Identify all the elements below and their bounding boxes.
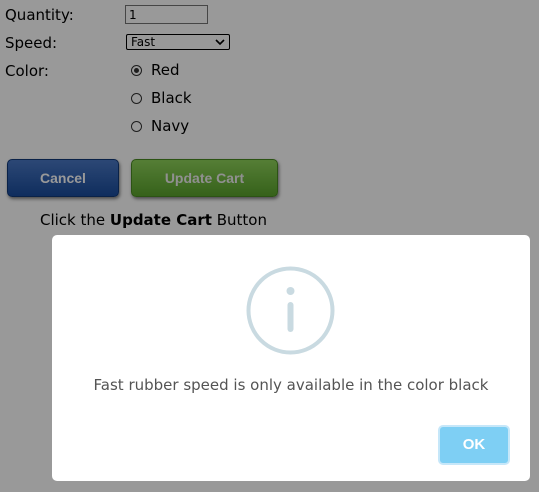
ok-button[interactable]: OK (438, 425, 510, 465)
alert-dialog: Fast rubber speed is only available in t… (52, 235, 530, 481)
alert-message: Fast rubber speed is only available in t… (93, 376, 489, 394)
info-icon (246, 266, 335, 355)
